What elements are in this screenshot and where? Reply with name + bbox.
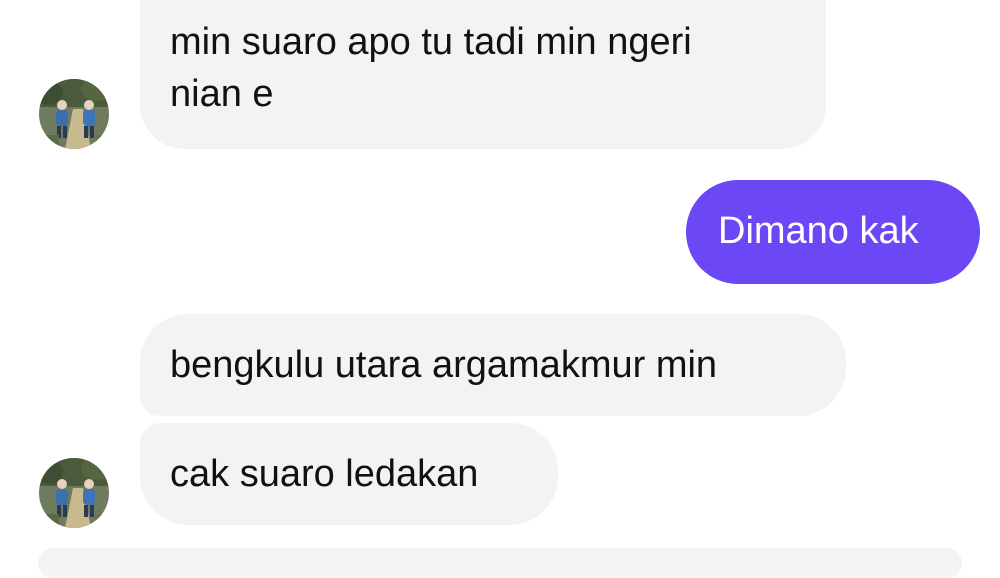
- contact-avatar[interactable]: [39, 458, 109, 528]
- contact-avatar[interactable]: [39, 79, 109, 149]
- message-text: bengkulu utara argamakmur min: [170, 344, 718, 386]
- avatar-photo-icon: [39, 79, 109, 149]
- message-text: Dimano kak: [718, 210, 919, 252]
- incoming-message-bubble[interactable]: min suaro apo tu tadi min ngeri nian e: [140, 0, 826, 149]
- incoming-message-bubble[interactable]: bengkulu utara argamakmur min: [140, 314, 846, 416]
- next-message-bubble-edge: [38, 548, 962, 578]
- message-text: min suaro apo tu tadi min ngeri nian e: [170, 21, 692, 115]
- outgoing-message-bubble[interactable]: Dimano kak: [686, 180, 980, 284]
- message-text: cak suaro ledakan: [170, 453, 479, 495]
- avatar-photo-icon: [39, 458, 109, 528]
- incoming-message-bubble[interactable]: cak suaro ledakan: [140, 423, 558, 525]
